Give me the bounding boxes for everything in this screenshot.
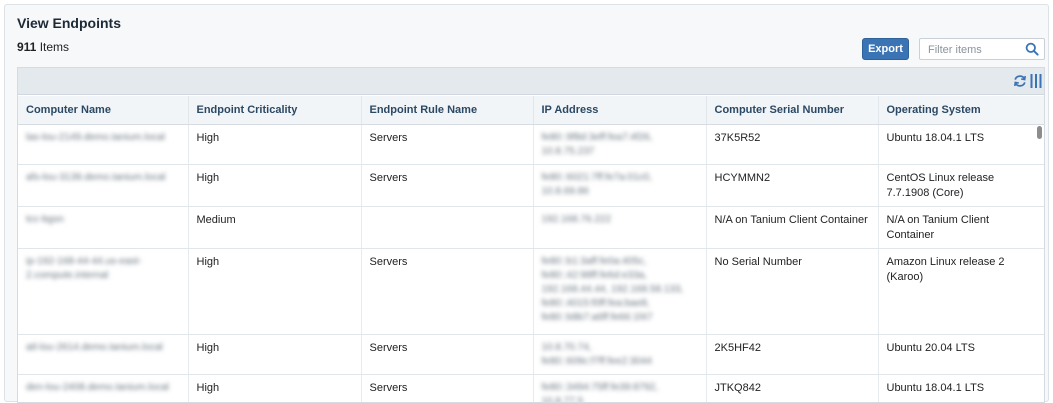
cell-serial: 2K5HF42 — [706, 334, 879, 375]
column-header-endpoint-rule-name[interactable]: Endpoint Rule Name — [361, 96, 534, 125]
cell-criticality: Medium — [188, 206, 362, 249]
cell-ip-address: fe80::6021:7ff:fe7a:01c0, 10.8.69.86 — [533, 164, 707, 207]
column-header-endpoint-criticality[interactable]: Endpoint Criticality — [188, 96, 362, 125]
cell-criticality: High — [188, 374, 362, 402]
cell-serial: N/A on Tanium Client Container — [706, 206, 879, 249]
cell-computer-name: las-lou-2149.demo.tanium.local — [18, 124, 189, 165]
cell-os: Ubuntu 20.04 LTS — [878, 334, 1044, 375]
cell-ip-address: fe80::3494:75ff:fe39:8792, 10.8.77.5 — [533, 374, 707, 402]
cell-rule-name: Servers — [361, 164, 534, 207]
item-count-value: 911 — [17, 40, 37, 54]
cell-os: Amazon Linux release 2 (Karoo) — [878, 248, 1044, 335]
cell-computer-name: atl-lou-2614.demo.tanium.local — [18, 334, 189, 375]
item-count-label: Items — [39, 40, 70, 54]
cell-serial: No Serial Number — [706, 248, 879, 335]
cell-computer-name: den-lou-2408.demo.tanium.local — [18, 374, 189, 402]
table-row[interactable]: afs-lou-3139.demo.tanium.local High Serv… — [18, 164, 1044, 207]
endpoints-table: Computer Name Endpoint Criticality Endpo… — [18, 96, 1044, 402]
cell-os: Ubuntu 18.04.1 LTS — [878, 374, 1044, 402]
cell-serial: HCYMMN2 — [706, 164, 879, 207]
endpoints-grid: Computer Name Endpoint Criticality Endpo… — [17, 67, 1045, 403]
export-button[interactable]: Export — [862, 38, 909, 60]
cell-criticality: High — [188, 124, 362, 165]
search-icon[interactable] — [1025, 42, 1039, 56]
cell-serial: JTKQ842 — [706, 374, 879, 402]
cell-ip-address: 10.8.70.74, fe80::609c:f7ff:fee2:3044 — [533, 334, 707, 375]
cell-os: Ubuntu 18.04.1 LTS — [878, 124, 1044, 165]
cell-ip-address: fe80::9f8d:3eff:fea7:4f26, 10.8.75.237 — [533, 124, 707, 165]
cell-rule-name: Servers — [361, 334, 534, 375]
page-title: View Endpoints — [17, 15, 121, 31]
column-header-computer-serial-number[interactable]: Computer Serial Number — [706, 96, 879, 125]
table-row[interactable]: den-lou-2408.demo.tanium.local High Serv… — [18, 374, 1044, 402]
table-row[interactable]: atl-lou-2614.demo.tanium.local High Serv… — [18, 334, 1044, 375]
refresh-icon[interactable] — [1013, 74, 1027, 88]
cell-criticality: High — [188, 164, 362, 207]
cell-os: N/A on Tanium Client Container — [878, 206, 1044, 249]
filter-input[interactable] — [928, 42, 1024, 57]
filter-field[interactable] — [919, 38, 1045, 60]
cell-ip-address: fe80::b1:3aff:fe0a:405c, fe80::42:98ff:f… — [533, 248, 707, 335]
grid-toolbar — [18, 68, 1044, 95]
cell-os: CentOS Linux release 7.7.1908 (Core) — [878, 164, 1044, 207]
cell-rule-name: Servers — [361, 248, 534, 335]
grid-scrollbar[interactable] — [1037, 126, 1042, 139]
column-header-computer-name[interactable]: Computer Name — [18, 96, 189, 125]
view-endpoints-panel: View Endpoints 911 Items Export Filter i… — [4, 4, 1049, 403]
column-header-ip-address[interactable]: IP Address — [533, 96, 707, 125]
cell-computer-name: afs-lou-3139.demo.tanium.local — [18, 164, 189, 207]
cell-criticality: High — [188, 248, 362, 335]
columns-icon[interactable] — [1030, 73, 1042, 89]
cell-serial: 37K5R52 — [706, 124, 879, 165]
cell-rule-name — [361, 206, 534, 249]
cell-criticality: High — [188, 334, 362, 375]
cell-rule-name: Servers — [361, 374, 534, 402]
cell-ip-address: 192.168.76.222 — [533, 206, 707, 249]
cell-computer-name: ip-192-168-44-44.us-east-2.compute.inter… — [18, 248, 189, 335]
table-row[interactable]: ip-192-168-44-44.us-east-2.compute.inter… — [18, 248, 1044, 335]
table-row[interactable]: tcc-bgsn Medium 192.168.76.222 N/A on Ta… — [18, 206, 1044, 249]
item-count: 911 Items — [17, 40, 69, 54]
cell-rule-name: Servers — [361, 124, 534, 165]
table-header-row: Computer Name Endpoint Criticality Endpo… — [18, 96, 1044, 125]
column-header-operating-system[interactable]: Operating System — [878, 96, 1044, 125]
table-row[interactable]: las-lou-2149.demo.tanium.local High Serv… — [18, 124, 1044, 165]
cell-computer-name: tcc-bgsn — [18, 206, 189, 249]
